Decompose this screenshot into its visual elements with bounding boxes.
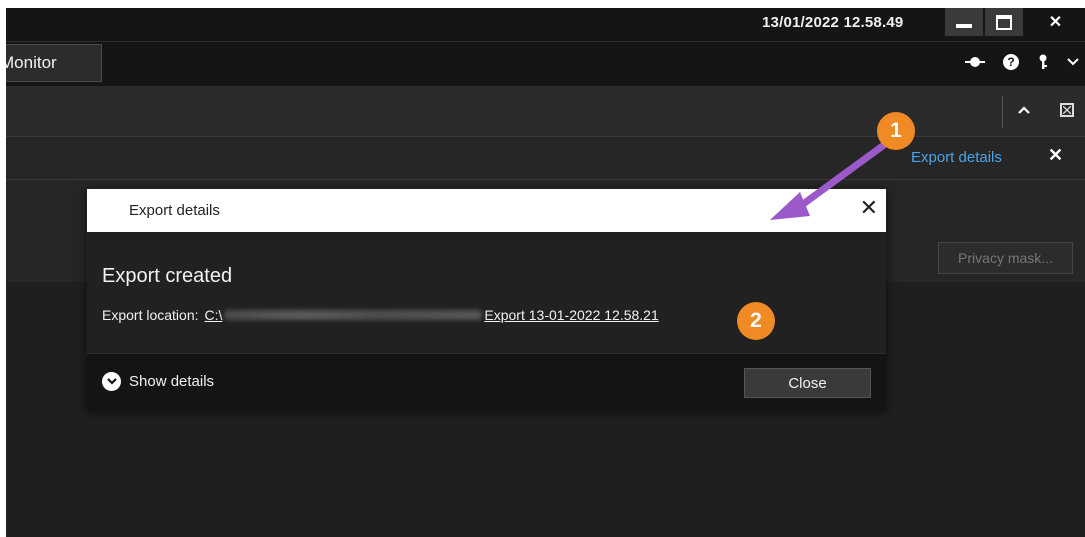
maximize-icon <box>996 14 1012 30</box>
side-panel-header: Export details ✕ <box>6 137 1085 180</box>
chevron-down-icon[interactable] <box>1067 58 1079 66</box>
window-close-button[interactable]: ✕ <box>1026 8 1085 36</box>
callout-badge-1: 1 <box>877 112 915 150</box>
close-button[interactable]: Close <box>744 368 871 398</box>
clock: 13/01/2022 12.58.49 <box>762 14 904 31</box>
fullscreen-icon[interactable] <box>1060 103 1074 117</box>
redacted-path <box>224 310 483 320</box>
privacy-mask-button[interactable]: Privacy mask... <box>938 242 1073 274</box>
show-details-toggle[interactable]: Show details <box>102 372 214 391</box>
dialog-close-icon[interactable]: ✕ <box>860 197 878 219</box>
workspace-tab-row: Monitor ? <box>6 41 1085 86</box>
toolbar-divider <box>1002 96 1003 128</box>
show-details-label: Show details <box>129 373 215 390</box>
dialog-header: Export details ✕ <box>87 189 886 232</box>
dialog-title: Export details <box>129 202 220 219</box>
collapse-chevron-icon[interactable] <box>1018 100 1030 117</box>
tab-monitor-label: Monitor <box>6 53 57 72</box>
chevron-down-icon <box>102 372 121 391</box>
export-created-heading: Export created <box>102 265 233 287</box>
export-location-link[interactable]: Export 13-01-2022 12.58.21 <box>484 307 658 323</box>
connection-icon[interactable] <box>965 57 985 67</box>
dialog-footer: Show details Close <box>87 353 886 411</box>
close-icon: ✕ <box>1048 14 1063 31</box>
minimize-button[interactable] <box>945 8 983 36</box>
tab-monitor[interactable]: Monitor <box>6 44 102 82</box>
export-location-label: Export location: <box>102 307 199 323</box>
title-bar: 13/01/2022 12.58.49 ✕ <box>6 8 1085 41</box>
maximize-button[interactable] <box>985 8 1023 36</box>
key-icon[interactable] <box>1037 54 1049 70</box>
callout-badge-2: 2 <box>737 302 775 340</box>
toolbar <box>6 86 1085 137</box>
header-icons: ? <box>965 54 1079 70</box>
minimize-icon <box>956 24 972 28</box>
export-details-link[interactable]: Export details <box>911 149 1002 166</box>
export-location-path-prefix[interactable]: C:\ <box>205 307 223 323</box>
panel-close-icon[interactable]: ✕ <box>1048 145 1063 166</box>
export-location-row: Export location: C:\ Export 13-01-2022 1… <box>102 307 659 323</box>
export-details-dialog: Export details ✕ Export created Export l… <box>87 189 886 411</box>
help-icon[interactable]: ? <box>1003 54 1019 70</box>
